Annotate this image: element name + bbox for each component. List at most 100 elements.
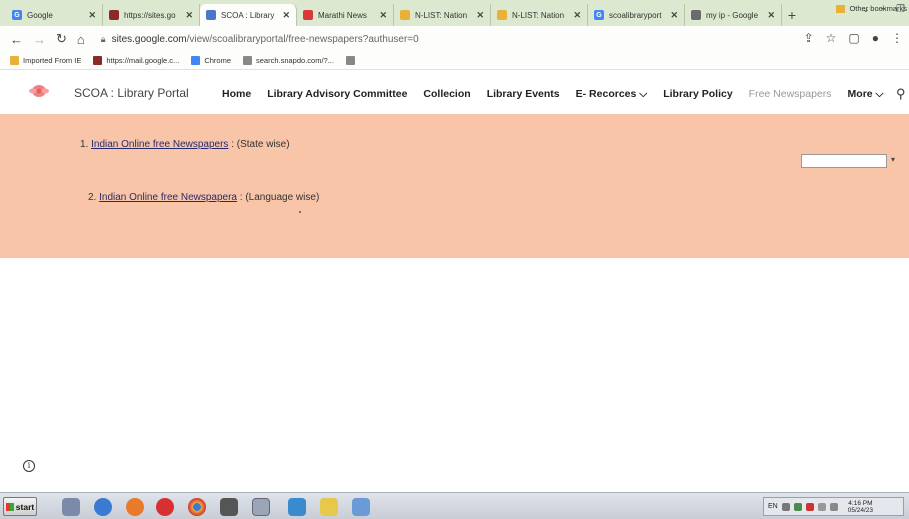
portal-logo-icon[interactable]	[28, 82, 50, 100]
nav-item[interactable]: Library Events	[487, 88, 560, 101]
folder-app-icon[interactable]	[320, 498, 338, 516]
start-button[interactable]: start	[3, 497, 37, 516]
bookmark-star-icon[interactable]: ☆	[826, 31, 837, 45]
bookmarks-bar: Imported From IE https://mail.google.c...…	[0, 52, 909, 70]
nav-item[interactable]: Home	[222, 88, 251, 101]
tray-network-icon[interactable]	[793, 502, 802, 511]
ie-icon[interactable]	[94, 498, 112, 516]
bookmark-label: Imported From IE	[23, 56, 82, 65]
taskbar: start EN 4:16 PM 05/24/23	[0, 492, 909, 519]
bookmark-item[interactable]: search.snapdo.com/?...	[243, 56, 334, 65]
share-icon[interactable]: ⇪	[804, 31, 814, 45]
search-icon	[243, 56, 252, 65]
tab-title: Marathi News	[318, 10, 367, 20]
site-nav: Home Library Advisory Committee Collecion L…	[222, 88, 900, 101]
tab-title: https://sites.go	[124, 10, 176, 20]
search-icon[interactable]: ⚲	[896, 86, 906, 102]
tray-arrow-icon[interactable]	[781, 502, 790, 511]
opera-icon[interactable]	[156, 498, 174, 516]
close-icon[interactable]: ✕	[282, 10, 290, 21]
browser-tab[interactable]: SCOA : Library ✕	[200, 4, 297, 26]
browser-tab[interactable]: my ip - Google ✕	[685, 4, 782, 26]
browser-tab[interactable]: Gscoalibraryport ✕	[588, 4, 685, 26]
site-title[interactable]: SCOA : Library Portal	[74, 86, 189, 100]
bookmark-item[interactable]	[345, 56, 359, 65]
search-icon	[345, 56, 355, 65]
network-icon[interactable]	[220, 498, 238, 516]
stray-dot	[299, 211, 301, 213]
google-icon	[191, 56, 201, 65]
app-triangle-icon[interactable]	[288, 498, 306, 516]
windows-logo-icon	[5, 502, 14, 511]
item-number: 1.	[80, 139, 89, 150]
tray-security-icon[interactable]	[805, 502, 814, 511]
system-tray: EN 4:16 PM 05/24/23	[763, 497, 904, 516]
address-bar: ← → ↻ ⌂ 🔒︎ sites.google.com/view/scoalibr…	[0, 26, 909, 52]
chrome-active-icon[interactable]	[252, 498, 270, 516]
window-app-icon[interactable]	[352, 498, 370, 516]
other-bookmarks-label: Other bookmarks	[849, 4, 907, 13]
close-icon[interactable]: ✕	[379, 10, 387, 21]
new-tab-icon[interactable]: +	[782, 7, 802, 23]
close-icon[interactable]: ✕	[185, 10, 193, 21]
nav-item[interactable]: Free Newspapers	[749, 88, 832, 101]
start-label: start	[15, 501, 35, 512]
back-icon[interactable]: ←	[10, 32, 23, 47]
close-icon[interactable]: ✕	[573, 10, 581, 21]
bookmark-item[interactable]: Imported From IE	[10, 56, 81, 65]
home-icon[interactable]: ⌂	[77, 32, 85, 47]
menu-dots-icon[interactable]: ⋮	[891, 31, 903, 45]
translate-select[interactable]	[801, 154, 887, 168]
browser-tab[interactable]: https://sites.go ✕	[103, 4, 200, 26]
show-desktop-icon[interactable]	[62, 498, 80, 516]
close-icon[interactable]: ✕	[670, 10, 678, 21]
url-field[interactable]: 🔒︎ sites.google.com/view/scoalibraryporta…	[101, 34, 419, 45]
nav-item[interactable]: Library Advisory Committee	[267, 88, 407, 101]
reload-icon[interactable]: ↻	[56, 31, 67, 47]
language-wise-newspapers-link[interactable]: Indian Online free Newspapera	[99, 192, 237, 203]
globe-icon	[691, 10, 701, 20]
sidepanel-icon[interactable]: ▢	[848, 31, 859, 45]
nlist-icon	[400, 10, 410, 20]
close-icon[interactable]: ✕	[88, 10, 96, 21]
nav-item[interactable]: More ⌵	[848, 88, 884, 101]
bookmark-label: Chrome	[204, 56, 231, 65]
other-bookmarks[interactable]: Other bookmarks	[836, 4, 907, 13]
library-logo-icon	[93, 56, 103, 65]
browser-tab[interactable]: N-LIST: Nation ✕	[491, 4, 588, 26]
content-section: 1. Indian Online free Newspapers : (Stat…	[0, 114, 909, 258]
bookmark-label: search.snapdo.com/?...	[256, 56, 334, 65]
browser-tab[interactable]: G Google ✕	[6, 4, 103, 26]
firefox-icon[interactable]	[126, 498, 144, 516]
bookmark-item[interactable]: https://mail.google.c...	[93, 56, 179, 65]
nav-item[interactable]: Collecion	[423, 88, 470, 101]
forward-icon[interactable]: →	[33, 32, 46, 47]
list-item-state-wise: 1. Indian Online free Newspapers : (Stat…	[80, 139, 290, 150]
news-icon	[303, 10, 313, 20]
browser-tab[interactable]: Marathi News ✕	[297, 4, 394, 26]
tray-flag-icon[interactable]	[817, 502, 826, 511]
tab-title: N-LIST: Nation	[415, 10, 468, 20]
tab-title: Google	[27, 10, 53, 20]
nav-item[interactable]: Library Policy	[663, 88, 732, 101]
browser-tab[interactable]: N-LIST: Nation ✕	[394, 4, 491, 26]
url-path: /view/scoalibraryportal/free-newspapers?…	[186, 33, 419, 45]
chevron-down-icon[interactable]: ▾	[891, 155, 895, 164]
language-indicator[interactable]: EN	[768, 503, 778, 510]
close-icon[interactable]: ✕	[476, 10, 484, 21]
url-host: sites.google.com	[111, 33, 187, 45]
folder-icon	[10, 56, 19, 65]
clock[interactable]: 4:16 PM 05/24/23	[848, 500, 873, 514]
folder-icon	[836, 4, 846, 13]
close-icon[interactable]: ✕	[767, 10, 775, 21]
state-wise-newspapers-link[interactable]: Indian Online free Newspapers	[91, 139, 228, 150]
tab-title: SCOA : Library	[221, 10, 275, 20]
chrome-icon[interactable]	[188, 498, 206, 516]
nav-item[interactable]: E- Recorces ⌵	[576, 88, 648, 101]
bookmark-item[interactable]: Chrome	[191, 56, 231, 65]
profile-avatar-icon[interactable]: ●	[872, 31, 879, 45]
clock-time: 4:16 PM	[848, 499, 873, 507]
volume-icon[interactable]	[829, 502, 838, 511]
info-icon[interactable]: i	[23, 460, 35, 472]
clock-date: 05/24/23	[847, 506, 874, 514]
